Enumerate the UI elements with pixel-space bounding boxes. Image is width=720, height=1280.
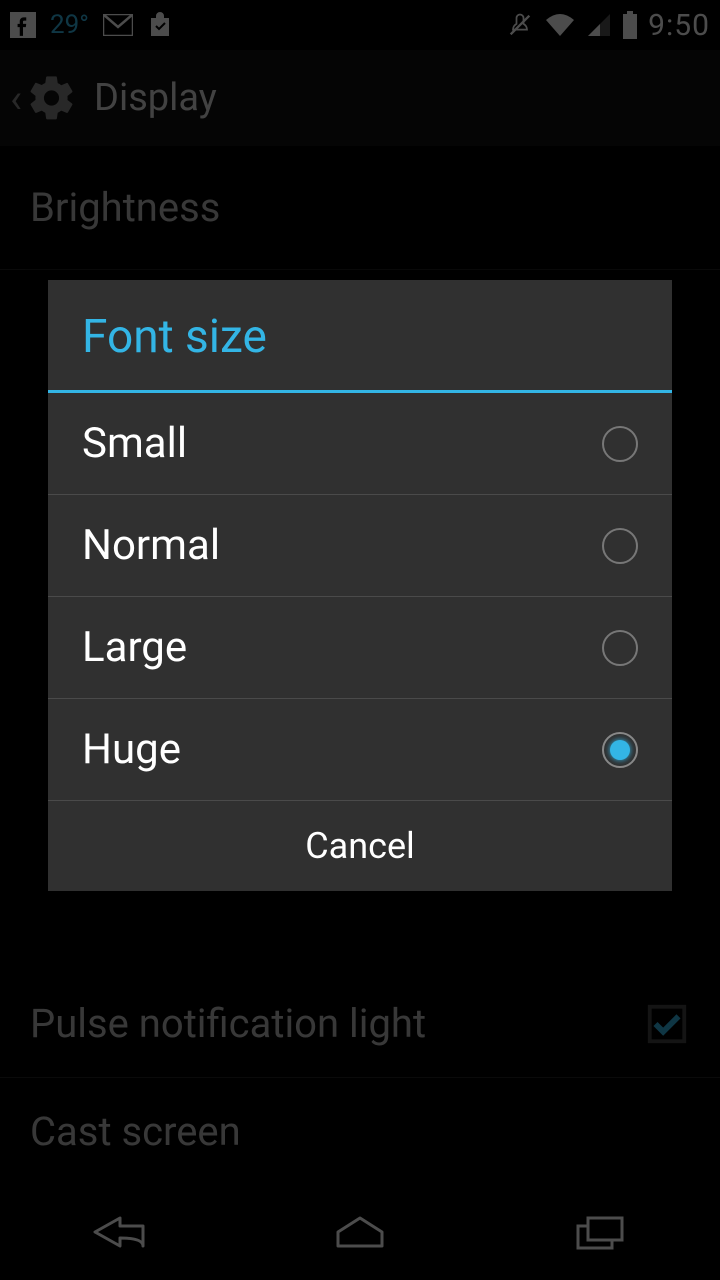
radio-unchecked-icon [602,528,638,564]
cancel-button[interactable]: Cancel [48,801,672,891]
option-label: Small [82,419,187,468]
option-huge[interactable]: Huge [48,699,672,801]
dialog-options: Small Normal Large Huge [48,393,672,801]
font-size-dialog: Font size Small Normal Large Huge Cancel [48,280,672,891]
dialog-title: Font size [48,280,672,390]
radio-unchecked-icon [602,630,638,666]
option-large[interactable]: Large [48,597,672,699]
option-small[interactable]: Small [48,393,672,495]
option-normal[interactable]: Normal [48,495,672,597]
radio-unchecked-icon [602,426,638,462]
radio-checked-icon [602,732,638,768]
option-label: Huge [82,725,181,774]
option-label: Large [82,623,187,672]
option-label: Normal [82,521,220,570]
